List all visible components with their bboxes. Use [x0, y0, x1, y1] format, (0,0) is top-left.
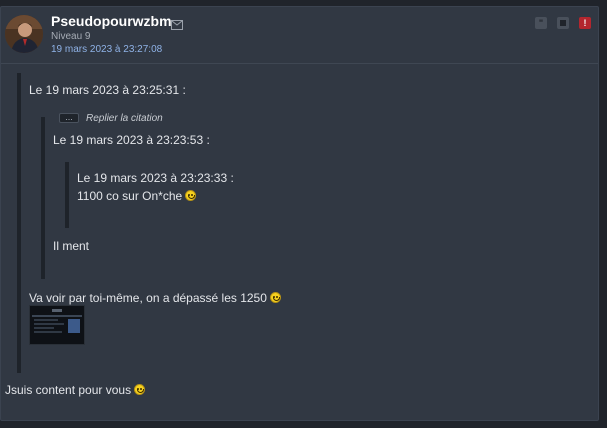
alert-icon[interactable]: ! — [579, 17, 591, 29]
quote-bar-outer — [17, 73, 21, 373]
profile-icon[interactable] — [557, 17, 569, 29]
post-body-line: Jsuis content pour vous — [5, 383, 146, 397]
quote-outer-header: Le 19 mars 2023 à 23:25:31 : — [29, 83, 186, 97]
quote-inner-line: 1100 co sur On*che — [77, 189, 197, 203]
collapse-quote-button[interactable]: ... — [59, 113, 79, 123]
quote-icon[interactable]: " — [535, 17, 547, 29]
avatar[interactable] — [5, 15, 43, 53]
quote-inner-header: Le 19 mars 2023 à 23:23:33 : — [77, 171, 234, 185]
quote-outer-line: Va voir par toi-même, on a dépassé les 1… — [29, 291, 281, 305]
quote-middle-header: Le 19 mars 2023 à 23:23:53 : — [53, 133, 210, 147]
smiley-icon — [134, 384, 146, 395]
quote-bar-middle — [41, 117, 45, 279]
post-date-link[interactable]: 19 mars 2023 à 23:27:08 — [51, 44, 162, 55]
quote-inner-text: 1100 co sur On*che — [77, 189, 183, 203]
quote-outer-text: Va voir par toi-même, on a dépassé les 1… — [29, 291, 267, 305]
collapse-quote-link[interactable]: Replier la citation — [86, 113, 163, 124]
image-thumbnail[interactable] — [29, 305, 85, 345]
quote-bar-inner — [65, 162, 69, 228]
smiley-icon — [185, 190, 197, 201]
forum-post: Pseudopourwzbm Niveau 9 19 mars 2023 à 2… — [0, 6, 599, 421]
post-body-text: Jsuis content pour vous — [5, 383, 132, 397]
user-level: Niveau 9 — [51, 31, 91, 42]
smiley-icon — [269, 292, 281, 303]
quote-middle-text: Il ment — [53, 239, 90, 253]
header-divider — [1, 63, 598, 64]
post-header: Pseudopourwzbm Niveau 9 19 mars 2023 à 2… — [1, 7, 598, 61]
username[interactable]: Pseudopourwzbm — [51, 13, 172, 29]
mail-icon[interactable] — [171, 17, 183, 30]
